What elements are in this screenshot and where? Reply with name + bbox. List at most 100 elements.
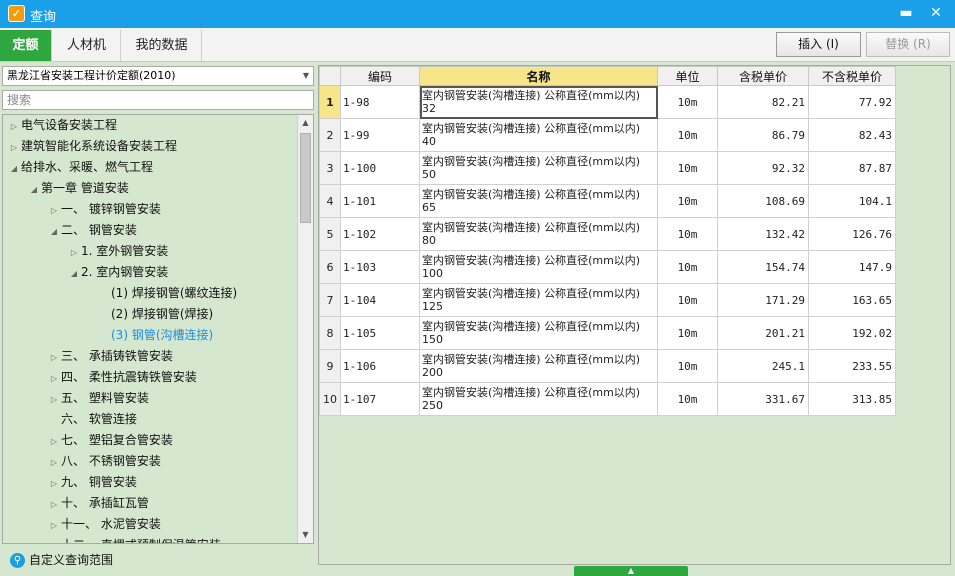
code-cell[interactable]: 1-99 (340, 118, 420, 152)
tab-labor-material-machine[interactable]: 人材机 (53, 30, 121, 61)
name-cell[interactable]: 室内钢管安装(沟槽连接) 公称直径(mm以内) 80 (419, 217, 658, 251)
tree-item[interactable]: (1) 焊接钢管(螺纹连接) (97, 283, 237, 304)
collapsed-arrow-icon[interactable]: ▷ (47, 347, 61, 368)
notax-price-cell[interactable]: 126.76 (808, 217, 896, 251)
tree-item[interactable]: ▷ 九、 铜管安装 (47, 472, 137, 493)
expanded-arrow-icon[interactable]: ◢ (7, 158, 21, 179)
splitter-handle[interactable]: ▲ (574, 566, 688, 576)
expanded-arrow-icon[interactable]: ◢ (47, 221, 61, 242)
notax-price-cell[interactable]: 104.1 (808, 184, 896, 218)
notax-price-cell[interactable]: 87.87 (808, 151, 896, 185)
custom-scope-link[interactable]: ⚲ 自定义查询范围 (10, 551, 113, 569)
scroll-thumb[interactable] (300, 133, 311, 223)
row-number-cell[interactable]: 5 (319, 217, 341, 251)
row-number-cell[interactable]: 2 (319, 118, 341, 152)
expanded-arrow-icon[interactable]: ◢ (27, 179, 41, 200)
code-cell[interactable]: 1-107 (340, 382, 420, 416)
col-unit-header[interactable]: 单位 (657, 66, 718, 86)
notax-price-cell[interactable]: 82.43 (808, 118, 896, 152)
tree-item[interactable]: (2) 焊接钢管(焊接) (97, 304, 213, 325)
row-number-cell[interactable]: 4 (319, 184, 341, 218)
expanded-arrow-icon[interactable]: ◢ (67, 263, 81, 284)
notax-price-cell[interactable]: 163.65 (808, 283, 896, 317)
tree-item[interactable]: ▷ 五、 塑料管安装 (47, 388, 149, 409)
table-row[interactable]: 7 1-104 室内钢管安装(沟槽连接) 公称直径(mm以内) 125 10m 171.… (319, 283, 896, 317)
name-cell[interactable]: 室内钢管安装(沟槽连接) 公称直径(mm以内) 40 (419, 118, 658, 152)
replace-button[interactable]: 替换 (R) (866, 32, 950, 57)
code-cell[interactable]: 1-102 (340, 217, 420, 251)
table-row[interactable]: 9 1-106 室内钢管安装(沟槽连接) 公称直径(mm以内) 200 10m 245.… (319, 349, 896, 383)
collapsed-arrow-icon[interactable]: ▷ (7, 116, 21, 137)
table-row[interactable]: 2 1-99 室内钢管安装(沟槽连接) 公称直径(mm以内) 40 10m 86.79 8… (319, 118, 896, 152)
tax-price-cell[interactable]: 201.21 (717, 316, 809, 350)
col-code-header[interactable]: 编码 (340, 66, 420, 86)
tree-item[interactable]: ▷ 电气设备安装工程 (7, 115, 117, 136)
code-cell[interactable]: 1-104 (340, 283, 420, 317)
search-input[interactable] (2, 90, 314, 110)
unit-cell[interactable]: 10m (657, 316, 718, 350)
chevron-down-icon[interactable]: ▼ (303, 67, 309, 85)
notax-price-cell[interactable]: 192.02 (808, 316, 896, 350)
tree-item[interactable]: ▷ 七、 塑铝复合管安装 (47, 430, 173, 451)
tax-price-cell[interactable]: 154.74 (717, 250, 809, 284)
table-row[interactable]: 8 1-105 室内钢管安装(沟槽连接) 公称直径(mm以内) 150 10m 201.… (319, 316, 896, 350)
tab-my-data[interactable]: 我的数据 (122, 30, 202, 61)
row-number-cell[interactable]: 3 (319, 151, 341, 185)
collapsed-arrow-icon[interactable]: ▷ (47, 536, 61, 543)
row-number-cell[interactable]: 6 (319, 250, 341, 284)
row-number-cell[interactable]: 1 (319, 85, 341, 119)
quota-library-select[interactable]: 黑龙江省安装工程计价定额(2010) ▼ (2, 66, 314, 86)
unit-cell[interactable]: 10m (657, 349, 718, 383)
name-cell[interactable]: 室内钢管安装(沟槽连接) 公称直径(mm以内) 125 (419, 283, 658, 317)
code-cell[interactable]: 1-98 (340, 85, 420, 119)
row-number-cell[interactable]: 10 (319, 382, 341, 416)
tax-price-cell[interactable]: 86.79 (717, 118, 809, 152)
col-notax-price-header[interactable]: 不含税单价 (808, 66, 896, 86)
tax-price-cell[interactable]: 132.42 (717, 217, 809, 251)
tax-price-cell[interactable]: 245.1 (717, 349, 809, 383)
unit-cell[interactable]: 10m (657, 184, 718, 218)
code-cell[interactable]: 1-103 (340, 250, 420, 284)
tax-price-cell[interactable]: 108.69 (717, 184, 809, 218)
table-row[interactable]: 5 1-102 室内钢管安装(沟槽连接) 公称直径(mm以内) 80 10m 132.4… (319, 217, 896, 251)
collapsed-arrow-icon[interactable]: ▷ (47, 431, 61, 452)
tree-item[interactable]: ▷ 八、 不锈钢管安装 (47, 451, 161, 472)
tree-item[interactable]: ▷ 三、 承插铸铁管安装 (47, 346, 173, 367)
notax-price-cell[interactable]: 77.92 (808, 85, 896, 119)
tax-price-cell[interactable]: 331.67 (717, 382, 809, 416)
row-number-cell[interactable]: 9 (319, 349, 341, 383)
tree-item[interactable]: ◢ 给排水、采暖、燃气工程 (7, 157, 153, 178)
unit-cell[interactable]: 10m (657, 217, 718, 251)
table-row[interactable]: 6 1-103 室内钢管安装(沟槽连接) 公称直径(mm以内) 100 10m 154.… (319, 250, 896, 284)
table-row[interactable]: 3 1-100 室内钢管安装(沟槽连接) 公称直径(mm以内) 50 10m 92.32… (319, 151, 896, 185)
collapsed-arrow-icon[interactable]: ▷ (7, 137, 21, 158)
tree-item[interactable]: ▷ 十一、 水泥管安装 (47, 514, 161, 535)
collapsed-arrow-icon[interactable]: ▷ (47, 368, 61, 389)
tree-item[interactable]: ▷ 四、 柔性抗震铸铁管安装 (47, 367, 197, 388)
unit-cell[interactable]: 10m (657, 283, 718, 317)
notax-price-cell[interactable]: 233.55 (808, 349, 896, 383)
tree-item[interactable]: ◢ 第一章 管道安装 (27, 178, 129, 199)
col-name-header[interactable]: 名称 (419, 66, 658, 86)
collapsed-arrow-icon[interactable]: ▷ (47, 200, 61, 221)
collapsed-arrow-icon[interactable]: ▷ (47, 389, 61, 410)
code-cell[interactable]: 1-101 (340, 184, 420, 218)
tree-item[interactable]: ▷ 建筑智能化系统设备安装工程 (7, 136, 177, 157)
unit-cell[interactable]: 10m (657, 382, 718, 416)
code-cell[interactable]: 1-106 (340, 349, 420, 383)
close-icon[interactable]: ✕ (925, 3, 947, 23)
tree-item[interactable]: ▷ 1. 室外钢管安装 (67, 241, 168, 262)
tree-item[interactable]: ◢ 2. 室内钢管安装 (67, 262, 168, 283)
tree-item[interactable]: ▷ 一、 镀锌钢管安装 (47, 199, 161, 220)
name-cell[interactable]: 室内钢管安装(沟槽连接) 公称直径(mm以内) 50 (419, 151, 658, 185)
insert-button[interactable]: 插入 (I) (776, 32, 861, 57)
table-row[interactable]: 1 1-98 室内钢管安装(沟槽连接) 公称直径(mm以内) 32 10m 82.21 7… (319, 85, 896, 119)
tree-item[interactable]: ◢ 二、 钢管安装 (47, 220, 137, 241)
unit-cell[interactable]: 10m (657, 85, 718, 119)
collapsed-arrow-icon[interactable]: ▷ (47, 515, 61, 536)
unit-cell[interactable]: 10m (657, 151, 718, 185)
name-cell[interactable]: 室内钢管安装(沟槽连接) 公称直径(mm以内) 32 (419, 85, 658, 119)
tax-price-cell[interactable]: 92.32 (717, 151, 809, 185)
tab-quota[interactable]: 定额 (0, 30, 52, 61)
tree-scrollbar[interactable]: ▲ ▼ (297, 115, 313, 543)
